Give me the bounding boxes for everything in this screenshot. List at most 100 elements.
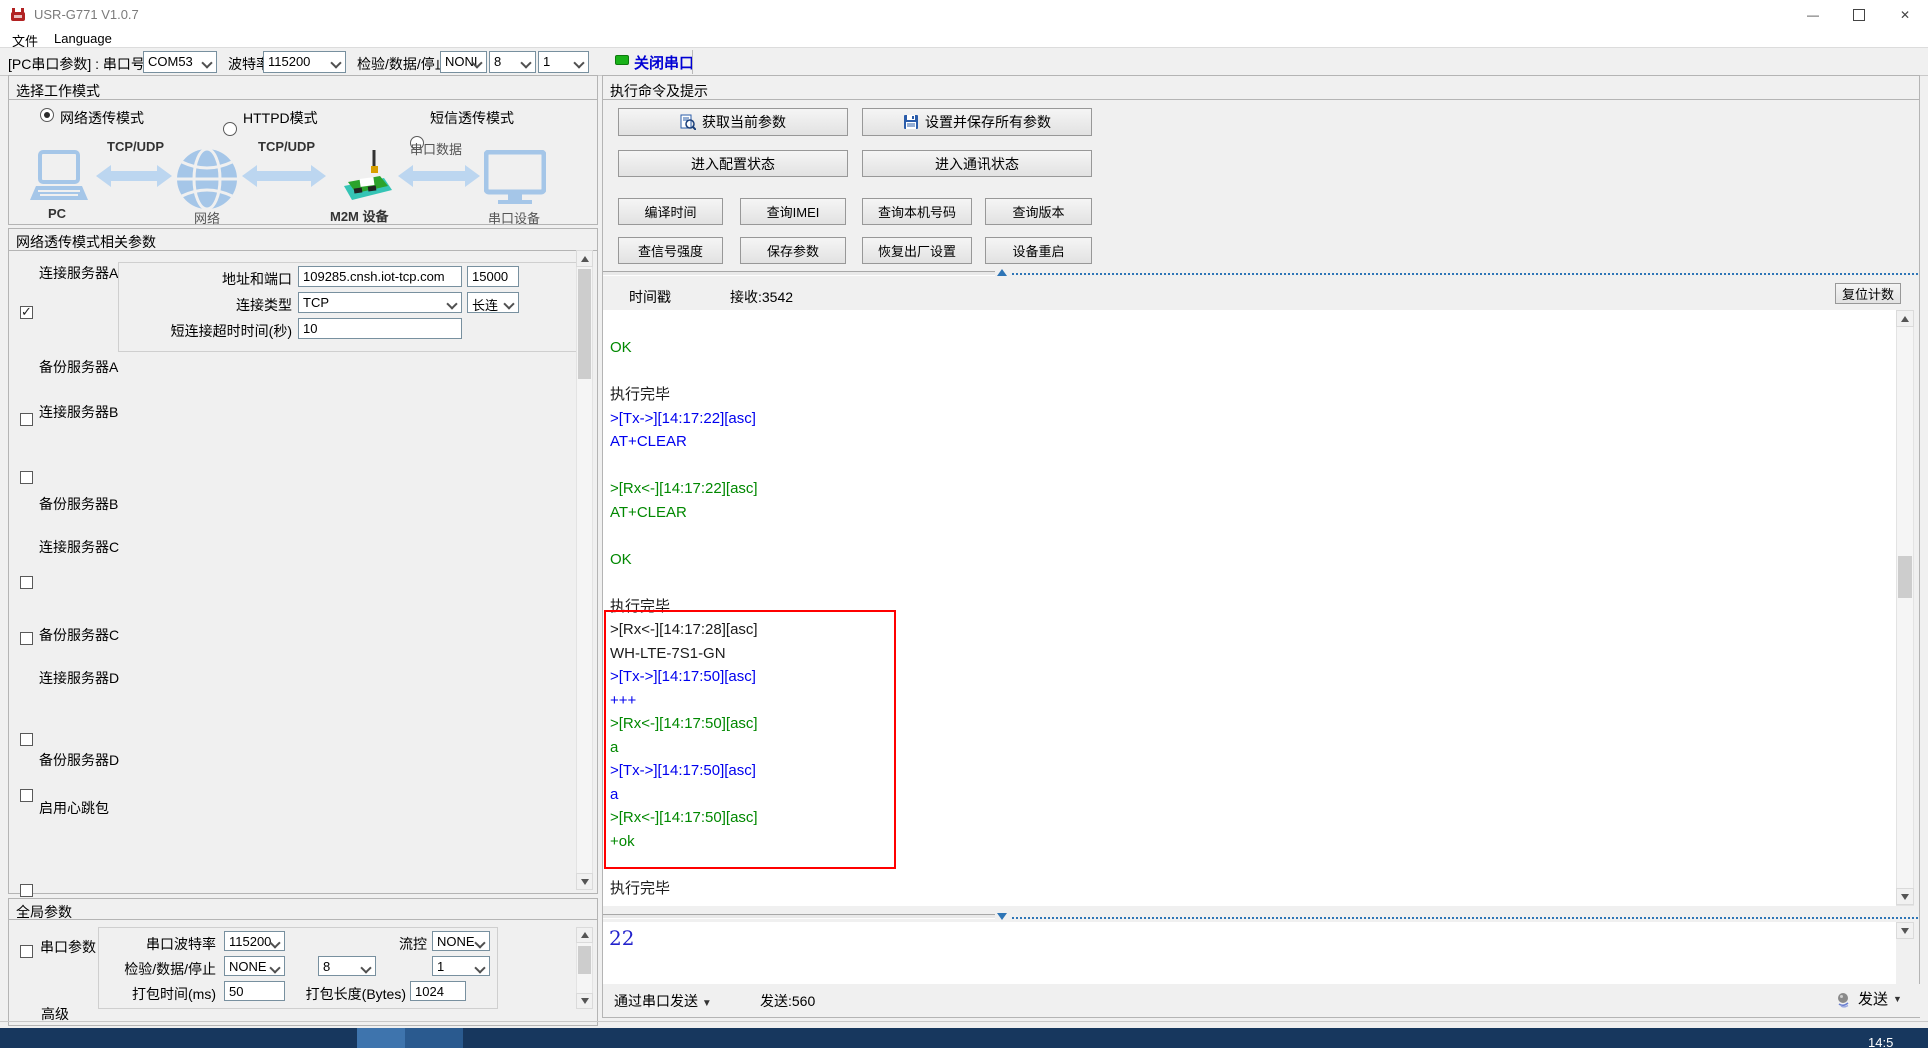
stopbits-select[interactable]: 1 — [538, 51, 589, 73]
query-signal-button[interactable]: 查信号强度 — [618, 237, 723, 264]
via-serial-dropdown[interactable]: 通过串口发送 ▼ — [614, 991, 712, 1011]
network-globe-icon — [176, 148, 238, 210]
app-logo-icon — [9, 6, 27, 24]
global-scroll-down-arrow[interactable] — [576, 993, 593, 1009]
timeout-label: 短连接超时时间(秒) — [130, 321, 292, 341]
highlight-red-box — [604, 610, 896, 869]
server-c-checkbox[interactable] — [20, 632, 33, 645]
set-save-params-button[interactable]: 设置并保存所有参数 — [862, 108, 1092, 136]
conn-type-select[interactable]: TCP — [298, 292, 462, 313]
send-scroll-down-arrow[interactable] — [1896, 922, 1914, 939]
close-button[interactable]: ✕ — [1882, 0, 1928, 30]
backup-server-d-checkbox[interactable] — [20, 884, 33, 897]
log-area[interactable]: OK 执行完毕 >[Tx->][14:17:22][asc] AT+CLEAR … — [603, 310, 1896, 906]
pack-time-input[interactable]: 50 — [224, 981, 285, 1001]
log-line: 执行完毕 — [610, 383, 758, 407]
log-scrollbar-thumb[interactable] — [1898, 556, 1912, 598]
server-d-label: 连接服务器D — [39, 668, 119, 688]
baud-select[interactable]: 115200 — [263, 51, 346, 73]
toolbar-separator — [692, 50, 693, 74]
send-button[interactable]: 发送 ▼ — [1835, 988, 1902, 1009]
log-scrollbar-track[interactable] — [1896, 310, 1914, 906]
left-scrollbar-thumb[interactable] — [578, 269, 591, 379]
send-button-label: 发送 — [1858, 988, 1888, 1009]
get-params-button[interactable]: 获取当前参数 — [618, 108, 848, 136]
taskbar-app-segment-active[interactable] — [357, 1028, 405, 1048]
global-parity-select[interactable]: NONE — [224, 956, 285, 976]
pack-len-label: 打包长度(Bytes) — [300, 984, 406, 1004]
factory-reset-button[interactable]: 恢复出厂设置 — [862, 237, 972, 264]
port-input[interactable]: 15000 — [467, 266, 519, 287]
server-c-label: 连接服务器C — [39, 537, 119, 557]
log-line — [610, 454, 758, 478]
query-imei-button[interactable]: 查询IMEI — [740, 198, 846, 225]
splitter-collapse-down-icon[interactable] — [997, 913, 1007, 920]
send-chevron-icon: ▼ — [1893, 994, 1902, 1004]
device-restart-button[interactable]: 设备重启 — [985, 237, 1092, 264]
minimize-button[interactable]: — — [1790, 0, 1836, 30]
net-params-title-underline — [8, 250, 598, 251]
keep-type-select[interactable]: 长连 — [467, 292, 519, 313]
radio-httpd-mode[interactable] — [223, 122, 237, 136]
com-port-select[interactable]: COM53 — [143, 51, 217, 73]
address-input[interactable]: 109285.cnsh.iot-tcp.com — [298, 266, 462, 287]
splitter-collapse-up-icon[interactable] — [997, 269, 1007, 276]
arrow-m2m-serial-icon — [398, 164, 480, 188]
backup-server-c-checkbox[interactable] — [20, 733, 33, 746]
query-version-button[interactable]: 查询版本 — [985, 198, 1092, 225]
m2m-device-icon — [330, 148, 392, 210]
global-scroll-up-arrow[interactable] — [576, 927, 593, 943]
via-serial-chevron-icon: ▼ — [702, 998, 712, 1009]
global-scrollbar-thumb[interactable] — [578, 946, 591, 974]
radio-sms-mode-label: 短信透传模式 — [430, 108, 514, 128]
databits-select[interactable]: 8 — [489, 51, 536, 73]
global-baud-select[interactable]: 115200 — [224, 931, 285, 951]
timeout-input[interactable]: 10 — [298, 318, 462, 339]
left-scroll-up-arrow[interactable] — [576, 250, 593, 267]
log-line: 执行完毕 — [610, 877, 758, 901]
work-mode-title-underline — [8, 99, 598, 100]
menu-language[interactable]: Language — [54, 31, 112, 46]
left-scroll-down-arrow[interactable] — [576, 873, 593, 890]
maximize-button[interactable] — [1836, 0, 1882, 30]
toolbar: [PC串口参数] : 串口号 COM53 波特率 115200 检验/数据/停止… — [0, 48, 1928, 76]
server-d-checkbox[interactable] — [20, 789, 33, 802]
close-serial-button[interactable]: 关闭串口 — [634, 52, 694, 73]
pack-time-label: 打包时间(ms) — [110, 984, 216, 1004]
log-scroll-up-arrow[interactable] — [1896, 310, 1914, 327]
enter-comm-button[interactable]: 进入通讯状态 — [862, 150, 1092, 177]
commands-title-underline — [602, 99, 1920, 100]
radio-net-mode-label: 网络透传模式 — [60, 108, 144, 128]
maximize-icon — [1853, 9, 1865, 21]
doc-search-icon — [680, 114, 696, 130]
commands-title: 执行命令及提示 — [610, 81, 708, 101]
node-m2m-label: M2M 设备 — [330, 206, 389, 225]
send-splitter-handle[interactable] — [603, 914, 995, 919]
log-splitter-handle[interactable] — [603, 271, 995, 276]
backup-server-b-checkbox[interactable] — [20, 576, 33, 589]
backup-server-a-checkbox[interactable] — [20, 413, 33, 426]
log-line: OK — [610, 336, 758, 360]
global-stopbits-select[interactable]: 1 — [432, 956, 490, 976]
global-databits-select[interactable]: 8 — [318, 956, 376, 976]
taskbar-clock[interactable]: 14:5 — [1868, 1035, 1893, 1048]
query-number-button[interactable]: 查询本机号码 — [862, 198, 972, 225]
log-scroll-down-arrow[interactable] — [1896, 888, 1914, 905]
global-baud-label: 串口波特率 — [120, 934, 216, 954]
server-a-checkbox[interactable] — [20, 306, 33, 319]
save-params-button[interactable]: 保存参数 — [740, 237, 846, 264]
via-serial-label: 通过串口发送 — [614, 993, 698, 1009]
enter-config-button[interactable]: 进入配置状态 — [618, 150, 848, 177]
pack-len-input[interactable]: 1024 — [410, 981, 466, 1001]
compile-time-button[interactable]: 编译时间 — [618, 198, 723, 225]
send-splitter-dotted-line[interactable] — [1012, 917, 1918, 919]
radio-net-mode[interactable] — [40, 108, 54, 122]
parity-select[interactable]: NONI — [440, 51, 487, 73]
splitter-dotted-line[interactable] — [1012, 273, 1918, 275]
reset-count-button[interactable]: 复位计数 — [1835, 283, 1901, 304]
menu-bar: 文件 Language — [0, 30, 1928, 48]
server-b-checkbox[interactable] — [20, 471, 33, 484]
flow-select[interactable]: NONE — [432, 931, 490, 951]
backup-server-b-label: 备份服务器B — [39, 494, 118, 514]
send-input-area[interactable]: 22 — [603, 922, 1896, 984]
